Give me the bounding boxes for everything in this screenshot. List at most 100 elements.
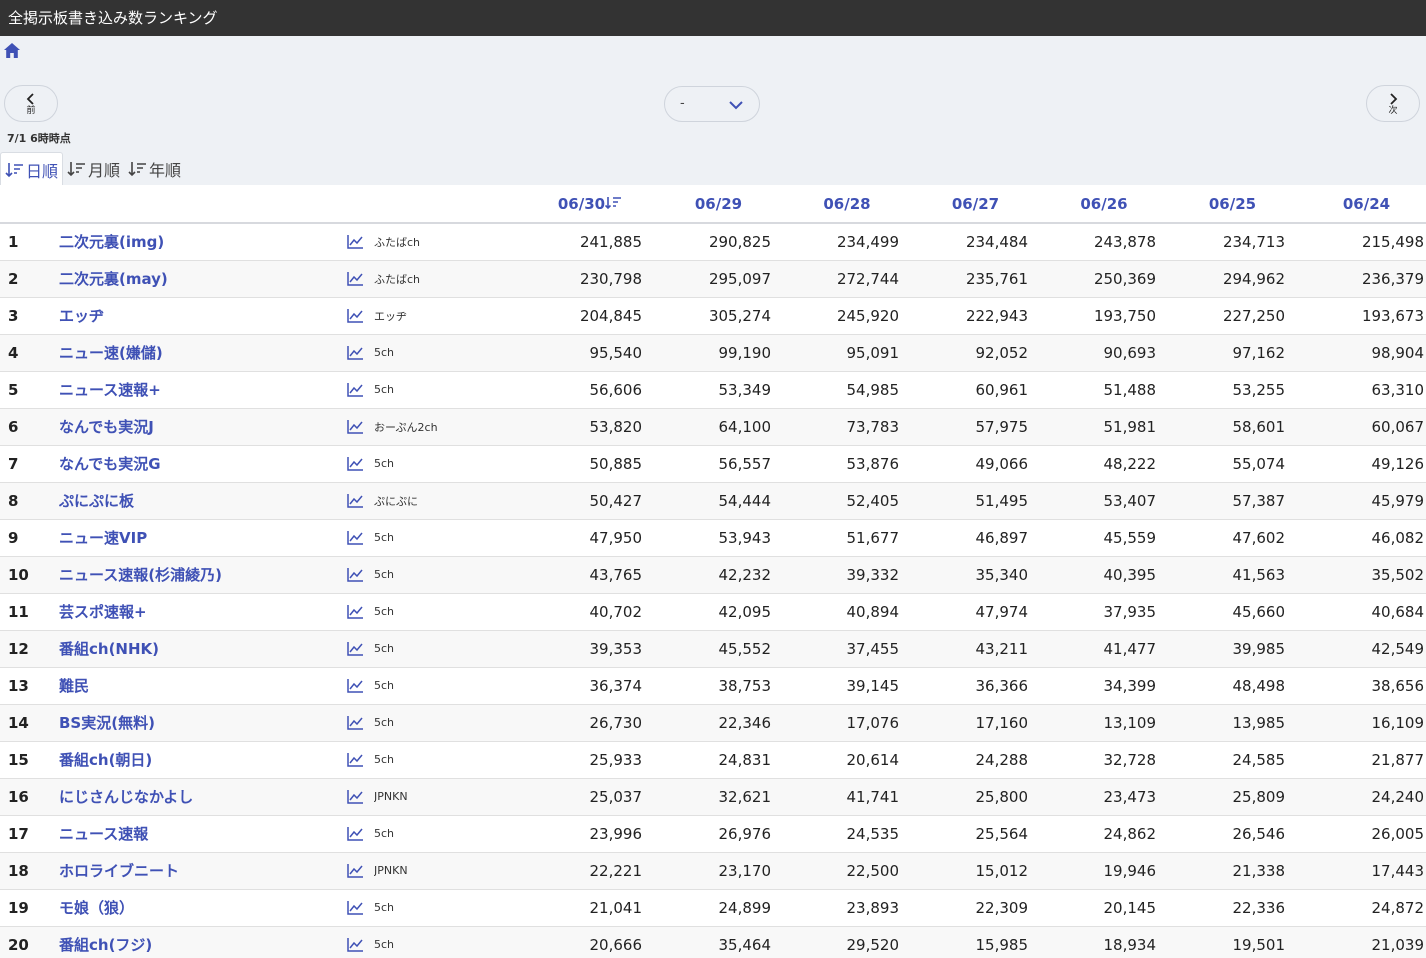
- trend-chart-icon[interactable]: [347, 826, 364, 841]
- date-select[interactable]: -: [664, 86, 760, 122]
- header-date-5[interactable]: 06/25: [1168, 185, 1297, 223]
- board-name-link[interactable]: 番組ch(NHK): [59, 630, 341, 667]
- chart-cell[interactable]: [341, 926, 374, 958]
- chart-cell[interactable]: [341, 630, 374, 667]
- trend-chart-icon[interactable]: [347, 863, 364, 878]
- trend-chart-icon[interactable]: [347, 382, 364, 397]
- header-date-0[interactable]: 06/30: [527, 185, 654, 223]
- board-name-link[interactable]: ニュー速VIP: [59, 519, 341, 556]
- tab-yearly[interactable]: 年順: [124, 152, 185, 186]
- count-cell: 34,399: [1103, 676, 1157, 695]
- count-cell: 20,614: [846, 750, 900, 769]
- board-name-link[interactable]: ニュー速(嫌儲): [59, 334, 341, 371]
- board-name-link[interactable]: BS実況(無料): [59, 704, 341, 741]
- count-cell: 22,221: [589, 861, 643, 880]
- tab-monthly[interactable]: 月順: [63, 152, 124, 186]
- board-name-link[interactable]: にじさんじなかよし: [59, 778, 341, 815]
- board-name-link[interactable]: ぷにぷに板: [59, 482, 341, 519]
- board-name-link[interactable]: ニュース速報(杉浦綾乃): [59, 556, 341, 593]
- trend-chart-icon[interactable]: [347, 789, 364, 804]
- trend-chart-icon[interactable]: [347, 493, 364, 508]
- chart-cell[interactable]: [341, 297, 374, 334]
- trend-chart-icon[interactable]: [347, 715, 364, 730]
- source-cell: 5ch: [374, 346, 395, 359]
- chart-cell[interactable]: [341, 519, 374, 556]
- count-cell: 26,976: [718, 824, 772, 843]
- count-cell: 15,985: [975, 935, 1029, 954]
- trend-chart-icon[interactable]: [347, 641, 364, 656]
- board-name-link[interactable]: 難民: [59, 667, 341, 704]
- trend-chart-icon[interactable]: [347, 900, 364, 915]
- chart-cell[interactable]: [341, 593, 374, 630]
- count-cell: 235,761: [965, 269, 1028, 288]
- count-cell: 41,563: [1232, 565, 1286, 584]
- prev-button[interactable]: 前: [4, 85, 58, 122]
- count-cell: 48,498: [1232, 676, 1286, 695]
- board-name-link[interactable]: なんでも実況J: [59, 408, 341, 445]
- count-cell: 24,872: [1371, 898, 1425, 917]
- trend-chart-icon[interactable]: [347, 678, 364, 693]
- chart-cell[interactable]: [341, 667, 374, 704]
- header-date-2[interactable]: 06/28: [783, 185, 911, 223]
- home-icon[interactable]: [3, 42, 23, 62]
- count-cell: 26,546: [1232, 824, 1286, 843]
- next-button[interactable]: 次: [1366, 85, 1420, 122]
- board-name-link[interactable]: 二次元裏(may): [59, 260, 341, 297]
- trend-chart-icon[interactable]: [347, 419, 364, 434]
- board-name-link[interactable]: モ娘（狼）: [59, 889, 341, 926]
- count-cell: 45,559: [1103, 528, 1157, 547]
- rank-cell: 14: [8, 713, 29, 732]
- source-cell: 5ch: [374, 679, 395, 692]
- trend-chart-icon[interactable]: [347, 937, 364, 952]
- trend-chart-icon[interactable]: [347, 567, 364, 582]
- header-date-6[interactable]: 06/24: [1297, 185, 1426, 223]
- chart-cell[interactable]: [341, 260, 374, 297]
- trend-chart-icon[interactable]: [347, 456, 364, 471]
- chart-cell[interactable]: [341, 334, 374, 371]
- header-date-4[interactable]: 06/26: [1040, 185, 1168, 223]
- count-cell: 13,985: [1232, 713, 1286, 732]
- source-cell: 5ch: [374, 457, 395, 470]
- header-date-1[interactable]: 06/29: [654, 185, 783, 223]
- chart-cell[interactable]: [341, 445, 374, 482]
- chart-cell[interactable]: [341, 371, 374, 408]
- board-name-link[interactable]: 番組ch(朝日): [59, 741, 341, 778]
- table-row: 15 番組ch(朝日) 5ch 25,933 24,831 20,614 24,288 32,…: [0, 741, 1426, 778]
- count-cell: 23,996: [589, 824, 643, 843]
- board-name-link[interactable]: ニュース速報+: [59, 371, 341, 408]
- chart-cell[interactable]: [341, 889, 374, 926]
- board-name-link[interactable]: ニュース速報: [59, 815, 341, 852]
- count-cell: 35,502: [1371, 565, 1425, 584]
- count-cell: 47,974: [975, 602, 1029, 621]
- board-name-link[interactable]: 二次元裏(img): [59, 223, 341, 260]
- chart-cell[interactable]: [341, 556, 374, 593]
- chart-cell[interactable]: [341, 704, 374, 741]
- trend-chart-icon[interactable]: [347, 308, 364, 323]
- chart-cell[interactable]: [341, 778, 374, 815]
- trend-chart-icon[interactable]: [347, 271, 364, 286]
- header-source: [374, 185, 527, 223]
- tab-daily[interactable]: 日順: [0, 152, 64, 186]
- trend-chart-icon[interactable]: [347, 604, 364, 619]
- count-cell: 26,005: [1371, 824, 1425, 843]
- chart-cell[interactable]: [341, 482, 374, 519]
- chart-cell[interactable]: [341, 408, 374, 445]
- source-cell: 5ch: [374, 901, 395, 914]
- count-cell: 193,750: [1093, 306, 1156, 325]
- board-name-link[interactable]: 芸スポ速報+: [59, 593, 341, 630]
- count-cell: 26,730: [589, 713, 643, 732]
- trend-chart-icon[interactable]: [347, 530, 364, 545]
- board-name-link[interactable]: エッヂ: [59, 297, 341, 334]
- trend-chart-icon[interactable]: [347, 234, 364, 249]
- chart-cell[interactable]: [341, 223, 374, 260]
- header-date-3[interactable]: 06/27: [911, 185, 1040, 223]
- trend-chart-icon[interactable]: [347, 752, 364, 767]
- board-name-link[interactable]: ホロライブニート: [59, 852, 341, 889]
- chart-cell[interactable]: [341, 815, 374, 852]
- board-name-link[interactable]: 番組ch(フジ): [59, 926, 341, 958]
- count-cell: 64,100: [718, 417, 772, 436]
- chart-cell[interactable]: [341, 852, 374, 889]
- trend-chart-icon[interactable]: [347, 345, 364, 360]
- board-name-link[interactable]: なんでも実況G: [59, 445, 341, 482]
- chart-cell[interactable]: [341, 741, 374, 778]
